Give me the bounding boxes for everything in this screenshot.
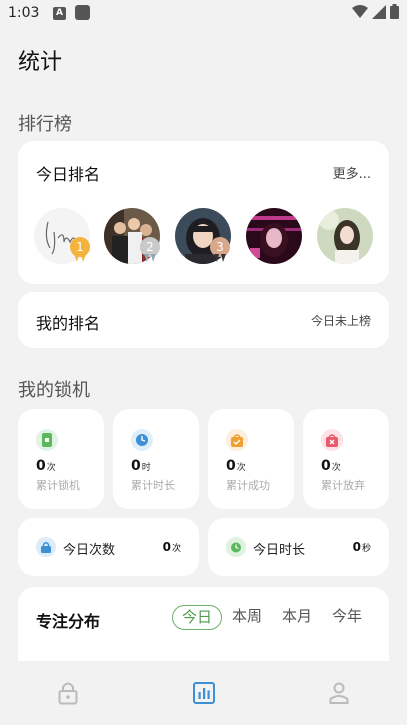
clock-icon [131, 429, 153, 451]
status-bar: 1:03 A [0, 0, 407, 28]
focus-distribution-title: 专注分布 [36, 612, 101, 631]
my-lock-section-title: 我的锁机 [18, 380, 90, 401]
today-duration-value: 0秒 [352, 540, 371, 554]
stat-total-duration[interactable]: 0时 累计时长 [113, 409, 199, 509]
my-ranking-card[interactable]: 我的排名 今日未上榜 [18, 292, 389, 348]
ranking-avatar-5[interactable] [317, 208, 373, 264]
stat-value: 0时 [131, 458, 151, 474]
stat-value: 0次 [321, 458, 341, 474]
today-count-card[interactable]: 今日次数 0次 [18, 518, 199, 576]
stat-total-quit[interactable]: 0次 累计放弃 [303, 409, 389, 509]
today-duration-label: 今日时长 [253, 543, 306, 558]
stat-value: 0次 [226, 458, 246, 474]
more-link[interactable]: 更多... [333, 163, 371, 182]
today-count-label: 今日次数 [63, 543, 116, 558]
status-time: 1:03 [8, 5, 40, 21]
lock-icon [36, 537, 56, 557]
wifi-icon [352, 4, 368, 18]
stat-label: 累计锁机 [36, 479, 80, 492]
tab-month[interactable]: 本月 [272, 605, 322, 630]
today-ranking-title: 今日排名 [36, 165, 101, 184]
today-duration-card[interactable]: 今日时长 0秒 [208, 518, 389, 576]
success-bag-icon [226, 429, 248, 451]
stat-label: 累计放弃 [321, 479, 365, 492]
notification-a-icon: A [53, 7, 66, 20]
gold-medal-icon: 1 [70, 237, 90, 263]
nav-lock-icon[interactable] [54, 679, 82, 707]
today-ranking-card: 今日排名 更多... 1 2 3 [18, 141, 389, 284]
period-tabs: 今日 本周 本月 今年 [172, 605, 372, 630]
stat-total-locks[interactable]: 0次 累计锁机 [18, 409, 104, 509]
timer-icon [226, 537, 246, 557]
silver-medal-icon: 2 [140, 237, 160, 263]
tab-today[interactable]: 今日 [172, 605, 222, 630]
quit-bag-icon [321, 429, 343, 451]
stat-label: 累计时长 [131, 479, 175, 492]
battery-icon [390, 4, 399, 19]
today-count-value: 0次 [162, 540, 181, 554]
tab-week[interactable]: 本周 [222, 605, 272, 630]
status-icons [352, 4, 399, 19]
stat-label: 累计成功 [226, 479, 270, 492]
stat-value: 0次 [36, 458, 56, 474]
bottom-navigation [0, 661, 407, 725]
nav-profile-icon[interactable] [325, 679, 353, 707]
stat-total-success[interactable]: 0次 累计成功 [208, 409, 294, 509]
ranking-avatar-4[interactable] [246, 208, 302, 264]
my-ranking-label: 我的排名 [36, 314, 101, 333]
bronze-medal-icon: 3 [210, 237, 230, 263]
notification-app-icon [75, 5, 90, 20]
phone-lock-icon [36, 429, 58, 451]
tab-year[interactable]: 今年 [322, 605, 372, 630]
nav-stats-icon[interactable] [190, 679, 218, 707]
leaderboard-section-title: 排行榜 [18, 114, 72, 135]
my-ranking-status: 今日未上榜 [310, 314, 371, 328]
page-title: 统计 [18, 50, 63, 75]
signal-icon [372, 4, 386, 19]
